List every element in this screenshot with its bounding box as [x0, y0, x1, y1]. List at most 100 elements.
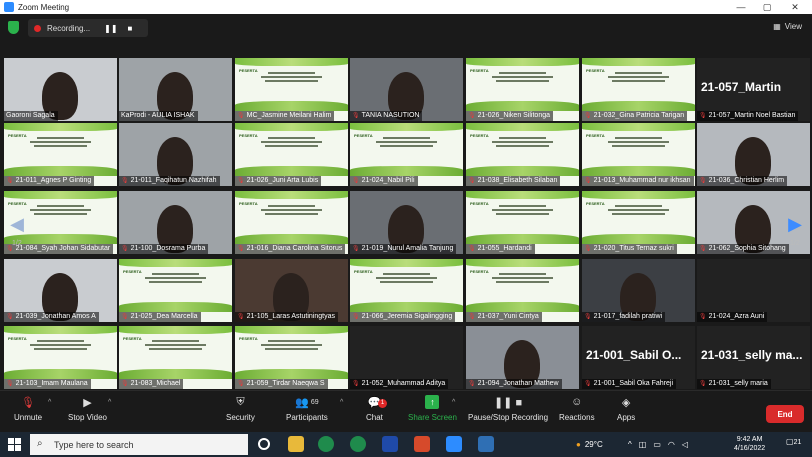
participant-video-tile[interactable]: PESERTA 🎙 21-037_Yuni Cintya: [466, 259, 579, 322]
participant-video-tile[interactable]: PESERTA 🎙 21-026_Juni Arta Lubis: [235, 123, 348, 186]
stop-recording-icon[interactable]: ■: [128, 24, 133, 33]
zoom-app-icon: [4, 2, 14, 12]
poster-title-lines: [600, 70, 677, 84]
participant-name-label: 🎙 21-017_fadilah pratiwi: [582, 312, 666, 322]
shield-icon: ⛨: [236, 395, 245, 408]
view-button[interactable]: ▦ View: [773, 22, 802, 31]
participant-video-tile[interactable]: PESERTA 🎙 21-020_Titus Ternaz sukri: [582, 191, 695, 254]
participant-video-tile[interactable]: 🎙 21-039_Jonathan Amos A: [4, 259, 117, 322]
close-button[interactable]: ✕: [784, 0, 806, 14]
poster-title-lines: [22, 203, 99, 217]
taskbar-search-input[interactable]: ⌕ Type here to search: [30, 434, 248, 455]
windows-start-icon[interactable]: [8, 438, 21, 451]
participant-video-tile[interactable]: 21-001_Sabil O... 🎙 21-001_Sabil Oka Fahre…: [582, 326, 695, 389]
participant-video-tile[interactable]: KaProdi - AULIA ISHAK: [119, 58, 232, 121]
chat-unread-badge: 1: [378, 399, 387, 408]
taskbar-clock[interactable]: 9:42 AM 4/16/2022: [734, 435, 765, 453]
participant-video-tile[interactable]: 21-057_Martin 🎙 21-057_Martin Noel Bastian: [697, 58, 810, 121]
share-options-chevron-icon[interactable]: ^: [452, 399, 455, 406]
apps-button[interactable]: ◈ Apps: [617, 395, 635, 431]
system-tray: ^ ◫ ▭ ◠ ◁: [628, 432, 688, 457]
participant-video-tile[interactable]: Gaoroni Sagala: [4, 58, 117, 121]
maximize-button[interactable]: ▢: [756, 0, 778, 14]
participant-video-tile[interactable]: 🎙 21-100_Dosrama Purba: [119, 191, 232, 254]
participant-video-tile[interactable]: PESERTA 🎙 21-013_Muhammad nur ikhsan: [582, 123, 695, 186]
search-icon: ⌕: [37, 438, 43, 449]
participant-name-label: 🎙 21-031_selly maria: [697, 379, 771, 389]
participant-video-tile[interactable]: PESERTA 🎙 21-038_Elisabeth Silaban: [466, 123, 579, 186]
participant-video-tile[interactable]: PESERTA 🎙 21-026_Niken Silitonga: [466, 58, 579, 121]
minimize-button[interactable]: —: [730, 0, 752, 14]
share-screen-button[interactable]: ↑ Share Screen: [408, 395, 457, 431]
weather-widget[interactable]: ● 29°C: [576, 432, 603, 457]
participant-video-tile[interactable]: PESERTA 🎙 21-083_Michael: [119, 326, 232, 389]
view-label: View: [784, 22, 802, 31]
pause-stop-recording-icon: ❚❚ ■: [493, 396, 523, 409]
participant-video-tile[interactable]: 🎙 TANIA NASUTION: [350, 58, 463, 121]
end-meeting-button[interactable]: End: [766, 405, 804, 423]
unmute-button[interactable]: 🎙 Unmute: [14, 395, 42, 431]
stop-video-button[interactable]: ▶ Stop Video: [68, 395, 107, 431]
battery-icon[interactable]: ▭: [653, 440, 661, 449]
participant-video-tile[interactable]: 🎙 21-011_Faqihatun Nazhifah: [119, 123, 232, 186]
apps-icon: ◈: [621, 396, 631, 409]
search-placeholder: Type here to search: [54, 439, 134, 450]
wifi-icon[interactable]: ◠: [668, 440, 675, 449]
participant-video-tile[interactable]: PESERTA 🎙 21-055_Hardandi: [466, 191, 579, 254]
task-view-icon[interactable]: [258, 438, 270, 450]
next-page-arrow-icon[interactable]: ▶: [788, 212, 802, 236]
security-label: Security: [226, 413, 255, 422]
network-icon[interactable]: ◫: [639, 440, 647, 449]
participants-options-chevron-icon[interactable]: ^: [340, 399, 343, 406]
video-camera-icon: ▶: [83, 396, 92, 409]
muted-mic-icon: 🎙: [121, 246, 129, 252]
pause-stop-recording-button[interactable]: ❚❚ ■ Pause/Stop Recording: [468, 395, 548, 431]
participant-video-tile[interactable]: 🎙 21-019_Nurul Amalia Tanjung: [350, 191, 463, 254]
participant-video-tile[interactable]: PESERTA 🎙 21-059_Tirdar Naeqwa S: [235, 326, 348, 389]
zoom-taskbar-icon[interactable]: [446, 436, 462, 452]
participant-video-tile[interactable]: 🎙 21-024_Azra Auni: [697, 259, 810, 322]
participant-name-label: 🎙 21-066_Jeremia Sigalingging: [350, 312, 456, 322]
participant-video-tile[interactable]: 🎙 21-094_Jonathan Mathew: [466, 326, 579, 389]
tray-chevron-icon[interactable]: ^: [628, 440, 632, 449]
poster-title-lines: [137, 338, 214, 352]
muted-mic-icon: 🎙: [699, 246, 707, 252]
participant-video-tile[interactable]: PESERTA 🎙 21-011_Agnes P Ginting: [4, 123, 117, 186]
chrome-profile-icon[interactable]: [350, 436, 366, 452]
participant-video-tile[interactable]: PESERTA 🎙 21-025_Dea Marcella: [119, 259, 232, 322]
reactions-button[interactable]: ☺ Reactions: [559, 395, 595, 431]
pdf-app-icon[interactable]: [414, 436, 430, 452]
word-icon[interactable]: [382, 436, 398, 452]
participant-video-tile[interactable]: 21-031_selly ma... 🎙 21-031_selly maria: [697, 326, 810, 389]
participant-video-tile[interactable]: 🎙 21-017_fadilah pratiwi: [582, 259, 695, 322]
participant-video-tile[interactable]: PESERTA 🎙 21-016_Diana Carolina Sitorus: [235, 191, 348, 254]
pause-recording-icon[interactable]: ❚❚: [104, 24, 117, 33]
chrome-icon[interactable]: [318, 436, 334, 452]
security-shield-icon[interactable]: [8, 21, 19, 34]
participant-name-label: 🎙 21-105_Laras Astutiningtyas: [235, 312, 338, 322]
participants-button[interactable]: 👥 69 Participants: [286, 395, 328, 431]
participant-video-tile[interactable]: PESERTA 🎙 MC_Jasmine Meilani Halim: [235, 58, 348, 121]
notification-center-icon[interactable]: ▢21: [786, 437, 801, 446]
security-button[interactable]: ⛨ Security: [226, 395, 255, 431]
photos-icon[interactable]: [478, 436, 494, 452]
participant-video-tile[interactable]: PESERTA 🎙 21-024_Nabil Pili: [350, 123, 463, 186]
participant-video-tile[interactable]: PESERTA 🎙 21-032_Gina Patricia Tarigan: [582, 58, 695, 121]
participant-video-tile[interactable]: 🎙 21-036_Christian Herlim: [697, 123, 810, 186]
participant-name-label: 🎙 21-019_Nurul Amalia Tanjung: [350, 244, 457, 254]
gallery-view: Gaoroni Sagala KaProdi - AULIA ISHAK PESER…: [0, 42, 812, 390]
volume-icon[interactable]: ◁: [682, 440, 688, 449]
participant-name-label: 🎙 21-038_Elisabeth Silaban: [466, 176, 561, 186]
previous-page-arrow-icon[interactable]: ◀: [10, 212, 24, 236]
video-options-chevron-icon[interactable]: ^: [108, 399, 111, 406]
page-indicator-left: 1/2: [12, 240, 22, 247]
participant-video-tile[interactable]: PESERTA 🎙 21-066_Jeremia Sigalingging: [350, 259, 463, 322]
participant-video-tile[interactable]: 🎙 21-105_Laras Astutiningtyas: [235, 259, 348, 322]
audio-options-chevron-icon[interactable]: ^: [48, 399, 51, 406]
participant-video-tile[interactable]: 🎙 21-052_Muhammad Aditya: [350, 326, 463, 389]
muted-mic-icon: 🎙: [468, 113, 476, 119]
file-explorer-icon[interactable]: [288, 436, 304, 452]
window-title: Zoom Meeting: [18, 2, 70, 12]
participant-video-tile[interactable]: PESERTA 🎙 21-103_Imam Maulana: [4, 326, 117, 389]
participant-name-label: 🎙 21-057_Martin Noel Bastian: [697, 111, 799, 121]
